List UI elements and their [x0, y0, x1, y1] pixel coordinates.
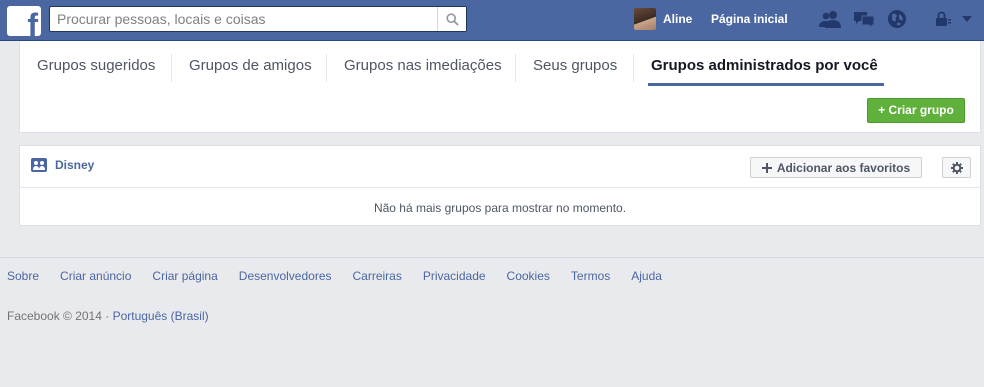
group-card: Disney Adicionar aos favoritos Não há ma… [19, 145, 981, 226]
footer-link-terms[interactable]: Termos [571, 269, 610, 283]
empty-groups-message: Não há mais grupos para mostrar no momen… [373, 201, 627, 215]
tab-your-groups[interactable]: Seus grupos [533, 41, 617, 87]
top-bar: f Aline Página inicial [0, 0, 984, 41]
account-menu-icon[interactable] [958, 8, 976, 30]
home-link[interactable]: Página inicial [711, 12, 788, 26]
footer-link-help[interactable]: Ajuda [631, 269, 662, 283]
tab-divider [171, 54, 172, 82]
footer-link-create-page[interactable]: Criar página [152, 269, 217, 283]
add-to-favorites-label: Adicionar aos favoritos [776, 160, 911, 175]
search-icon [445, 12, 459, 26]
create-group-button[interactable]: + Criar grupo [867, 98, 965, 123]
notifications-icon[interactable] [885, 8, 909, 30]
gear-icon [950, 161, 963, 174]
footer-link-cookies[interactable]: Cookies [507, 269, 550, 283]
footer-link-create-ad[interactable]: Criar anúncio [60, 269, 131, 283]
tab-groups-you-admin[interactable]: Grupos administrados por você [651, 41, 878, 87]
logo-letter: f [27, 7, 38, 36]
group-settings-button[interactable] [942, 157, 971, 178]
active-tab-indicator [648, 83, 884, 86]
footer-link-about[interactable]: Sobre [7, 269, 39, 283]
search-button[interactable] [437, 7, 466, 31]
plus-icon [761, 162, 772, 173]
add-to-favorites-button[interactable]: Adicionar aos favoritos [750, 157, 922, 178]
tab-divider [515, 54, 516, 82]
group-name-link[interactable]: Disney [55, 158, 94, 172]
privacy-shortcuts-icon[interactable] [931, 8, 955, 30]
tab-divider [633, 54, 634, 82]
group-icon [31, 158, 47, 172]
search-box [49, 6, 467, 32]
footer-link-developers[interactable]: Desenvolvedores [239, 269, 332, 283]
group-header: Disney Adicionar aos favoritos [20, 146, 980, 188]
tab-divider [326, 54, 327, 82]
footer-link-privacy[interactable]: Privacidade [423, 269, 486, 283]
language-link[interactable]: Português (Brasil) [113, 309, 209, 323]
facebook-logo[interactable]: f [7, 6, 41, 36]
footer-divider [0, 257, 984, 258]
copyright-text: Facebook © 2014 · [7, 309, 113, 323]
footer-link-careers[interactable]: Carreiras [353, 269, 402, 283]
friend-requests-icon[interactable] [818, 8, 842, 30]
footer-links: Sobre Criar anúncio Criar página Desenvo… [7, 269, 683, 283]
messages-icon[interactable] [852, 8, 876, 30]
profile-link[interactable]: Aline [663, 12, 692, 26]
tab-suggested-groups[interactable]: Grupos sugeridos [37, 41, 155, 87]
tab-friends-groups[interactable]: Grupos de amigos [189, 41, 312, 87]
avatar[interactable] [634, 8, 656, 30]
footer-copyright: Facebook © 2014 · Português (Brasil) [7, 309, 209, 323]
tab-nearby-groups[interactable]: Grupos nas imediações [344, 41, 502, 87]
search-input[interactable] [50, 7, 438, 31]
groups-tabs-panel: Grupos sugeridos Grupos de amigos Grupos… [19, 41, 981, 133]
